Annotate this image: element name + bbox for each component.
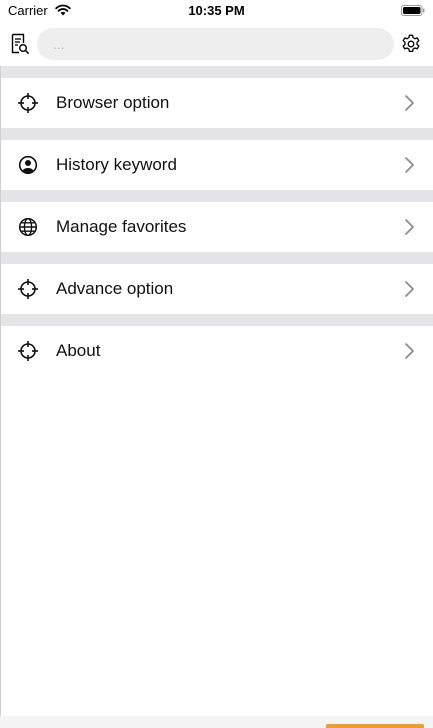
chevron-right-icon xyxy=(405,219,414,235)
settings-menu: Browser option History keyword Manage fa… xyxy=(0,66,433,376)
battery-full-icon xyxy=(401,5,425,16)
menu-item-label: History keyword xyxy=(56,155,177,174)
section-separator xyxy=(0,66,433,78)
section-separator xyxy=(0,252,433,264)
menu-item-browser-option[interactable]: Browser option xyxy=(0,78,433,128)
crosshair-icon xyxy=(18,93,38,113)
home-indicator[interactable] xyxy=(326,724,424,728)
status-bar: Carrier 10:35 PM xyxy=(0,0,433,22)
user-circle-icon xyxy=(18,155,38,175)
nav-bar xyxy=(0,22,433,66)
chevron-right-icon xyxy=(405,95,414,111)
menu-item-history-keyword[interactable]: History keyword xyxy=(0,140,433,190)
crosshair-icon xyxy=(18,341,38,361)
menu-item-label: About xyxy=(56,341,101,360)
menu-item-about[interactable]: About xyxy=(0,326,433,376)
left-edge-divider xyxy=(0,66,1,728)
menu-item-label: Manage favorites xyxy=(56,217,187,236)
menu-item-label: Browser option xyxy=(56,93,170,112)
menu-item-advance-option[interactable]: Advance option xyxy=(0,264,433,314)
section-separator xyxy=(0,314,433,326)
crosshair-icon xyxy=(18,279,38,299)
section-separator xyxy=(0,128,433,140)
chevron-right-icon xyxy=(405,343,414,359)
search-input[interactable] xyxy=(37,28,394,60)
chevron-right-icon xyxy=(405,281,414,297)
menu-item-manage-favorites[interactable]: Manage favorites xyxy=(0,202,433,252)
status-time: 10:35 PM xyxy=(188,3,245,18)
menu-item-label: Advance option xyxy=(56,279,174,298)
globe-icon xyxy=(18,217,38,237)
chevron-right-icon xyxy=(405,157,414,173)
gear-icon[interactable] xyxy=(401,34,421,54)
section-separator xyxy=(0,190,433,202)
document-search-icon[interactable] xyxy=(10,33,30,55)
